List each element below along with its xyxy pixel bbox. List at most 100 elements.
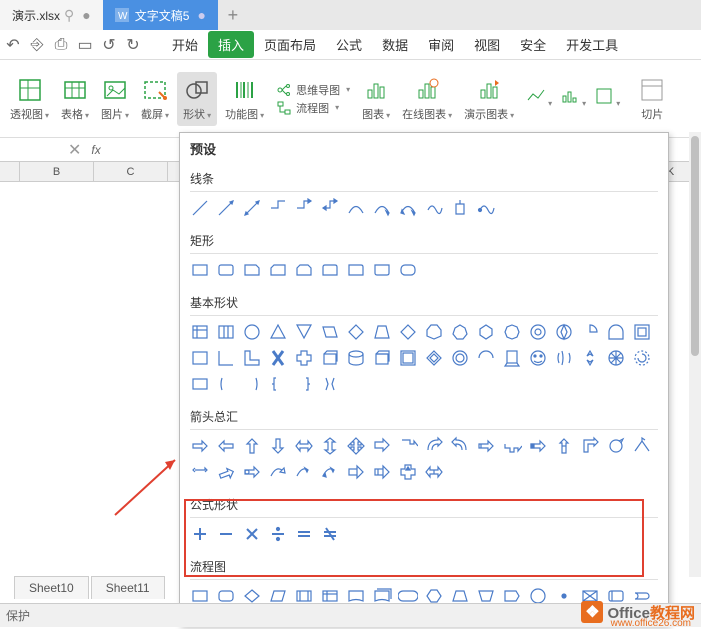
shape-arrow-25[interactable] bbox=[372, 462, 392, 482]
shape-line-11[interactable] bbox=[476, 198, 496, 218]
shape-arrow-23[interactable] bbox=[320, 462, 340, 482]
shape-arrow-27[interactable] bbox=[424, 462, 444, 482]
shape-arrow-1[interactable] bbox=[216, 436, 236, 456]
sheet-tab[interactable]: Sheet11 bbox=[91, 576, 165, 599]
shape-formula-0[interactable] bbox=[190, 524, 210, 544]
new-tab-button[interactable]: + bbox=[218, 5, 248, 26]
scroll-thumb[interactable] bbox=[691, 136, 699, 356]
tab-xlsx[interactable]: 演示.xlsx ⚲ ● bbox=[0, 0, 103, 30]
shape-basic-35[interactable] bbox=[632, 348, 652, 368]
close-icon[interactable]: ● bbox=[197, 7, 205, 23]
shape-basic-1[interactable] bbox=[216, 322, 236, 342]
ribbon-barcode[interactable]: 功能图▾ bbox=[221, 72, 268, 126]
shape-basic-36[interactable] bbox=[190, 374, 210, 394]
shape-basic-39[interactable] bbox=[268, 374, 288, 394]
shape-basic-41[interactable] bbox=[320, 374, 340, 394]
undo2-icon[interactable]: ↺ bbox=[100, 36, 118, 54]
shape-arrow-19[interactable] bbox=[216, 462, 236, 482]
shape-line-5[interactable] bbox=[320, 198, 340, 218]
shape-arrow-16[interactable] bbox=[606, 436, 626, 456]
sparkbar-button[interactable]: ▾ bbox=[560, 86, 586, 111]
shape-rect-5[interactable] bbox=[320, 260, 340, 280]
ribbon-chart[interactable]: 图表▾ bbox=[358, 74, 394, 124]
shape-line-8[interactable] bbox=[398, 198, 418, 218]
ribbon-picture[interactable]: 图片▾ bbox=[97, 72, 133, 126]
shape-basic-3[interactable] bbox=[268, 322, 288, 342]
sheet-tab[interactable]: Sheet10 bbox=[14, 576, 89, 599]
shape-arrow-24[interactable] bbox=[346, 462, 366, 482]
shape-basic-10[interactable] bbox=[450, 322, 470, 342]
shape-line-10[interactable] bbox=[450, 198, 470, 218]
shape-arrow-5[interactable] bbox=[320, 436, 340, 456]
shape-arrow-8[interactable] bbox=[398, 436, 418, 456]
sparkline-button[interactable]: ▾ bbox=[526, 86, 552, 111]
col-header[interactable]: B bbox=[20, 162, 94, 181]
shape-basic-11[interactable] bbox=[476, 322, 496, 342]
shape-basic-6[interactable] bbox=[346, 322, 366, 342]
shape-rect-8[interactable] bbox=[398, 260, 418, 280]
panel-scrollbar[interactable] bbox=[689, 132, 701, 577]
shape-arrow-26[interactable] bbox=[398, 462, 418, 482]
shape-basic-18[interactable] bbox=[190, 348, 210, 368]
shape-arrow-9[interactable] bbox=[424, 436, 444, 456]
shape-arrow-3[interactable] bbox=[268, 436, 288, 456]
shape-line-4[interactable] bbox=[294, 198, 314, 218]
shape-basic-38[interactable] bbox=[242, 374, 262, 394]
menu-插入[interactable]: 插入 bbox=[208, 31, 254, 58]
shape-basic-21[interactable] bbox=[268, 348, 288, 368]
shape-line-9[interactable] bbox=[424, 198, 444, 218]
menu-公式[interactable]: 公式 bbox=[326, 31, 372, 58]
shape-rect-0[interactable] bbox=[190, 260, 210, 280]
corner-cell[interactable] bbox=[0, 162, 20, 181]
shape-arrow-10[interactable] bbox=[450, 436, 470, 456]
fx-icon[interactable]: fx bbox=[85, 143, 106, 157]
shape-rect-6[interactable] bbox=[346, 260, 366, 280]
shape-rect-2[interactable] bbox=[242, 260, 262, 280]
shape-arrow-0[interactable] bbox=[190, 436, 210, 456]
shape-basic-22[interactable] bbox=[294, 348, 314, 368]
shape-formula-2[interactable] bbox=[242, 524, 262, 544]
shape-arrow-4[interactable] bbox=[294, 436, 314, 456]
cancel-icon[interactable]: ✕ bbox=[64, 140, 85, 160]
shape-arrow-12[interactable] bbox=[502, 436, 522, 456]
shape-basic-30[interactable] bbox=[502, 348, 522, 368]
shape-rect-3[interactable] bbox=[268, 260, 288, 280]
shape-basic-24[interactable] bbox=[346, 348, 366, 368]
shape-basic-23[interactable] bbox=[320, 348, 340, 368]
shape-arrow-18[interactable] bbox=[190, 462, 210, 482]
shape-basic-31[interactable] bbox=[528, 348, 548, 368]
ribbon-shapes[interactable]: 形状▾ bbox=[177, 72, 217, 126]
redo2-icon[interactable]: ↻ bbox=[124, 36, 142, 54]
shape-arrow-17[interactable] bbox=[632, 436, 652, 456]
shape-basic-9[interactable] bbox=[424, 322, 444, 342]
shape-arrow-13[interactable] bbox=[528, 436, 548, 456]
shape-arrow-6[interactable] bbox=[346, 436, 366, 456]
redo-icon[interactable]: ⎆ bbox=[28, 36, 46, 54]
shape-basic-33[interactable] bbox=[580, 348, 600, 368]
shape-rect-4[interactable] bbox=[294, 260, 314, 280]
shape-line-3[interactable] bbox=[268, 198, 288, 218]
shape-basic-20[interactable] bbox=[242, 348, 262, 368]
shape-basic-25[interactable] bbox=[372, 348, 392, 368]
ribbon-pivot[interactable]: 透视图▾ bbox=[6, 72, 53, 126]
shape-basic-27[interactable] bbox=[424, 348, 444, 368]
tab-word-doc[interactable]: W 文字文稿5 ● bbox=[103, 0, 218, 30]
shape-formula-3[interactable] bbox=[268, 524, 288, 544]
shape-basic-37[interactable] bbox=[216, 374, 236, 394]
menu-开发工具[interactable]: 开发工具 bbox=[556, 31, 628, 58]
menu-安全[interactable]: 安全 bbox=[510, 31, 556, 58]
shape-basic-4[interactable] bbox=[294, 322, 314, 342]
shape-arrow-7[interactable] bbox=[372, 436, 392, 456]
col-header[interactable]: C bbox=[94, 162, 168, 181]
shape-line-7[interactable] bbox=[372, 198, 392, 218]
shape-arrow-11[interactable] bbox=[476, 436, 496, 456]
shape-formula-1[interactable] bbox=[216, 524, 236, 544]
shape-rect-7[interactable] bbox=[372, 260, 392, 280]
shape-line-1[interactable] bbox=[216, 198, 236, 218]
print-icon[interactable]: ⎙ bbox=[52, 36, 70, 54]
shape-basic-5[interactable] bbox=[320, 322, 340, 342]
shape-basic-2[interactable] bbox=[242, 322, 262, 342]
menu-开始[interactable]: 开始 bbox=[162, 31, 208, 58]
ribbon-screenshot[interactable]: 截屏▾ bbox=[137, 72, 173, 126]
menu-页面布局[interactable]: 页面布局 bbox=[254, 31, 326, 58]
